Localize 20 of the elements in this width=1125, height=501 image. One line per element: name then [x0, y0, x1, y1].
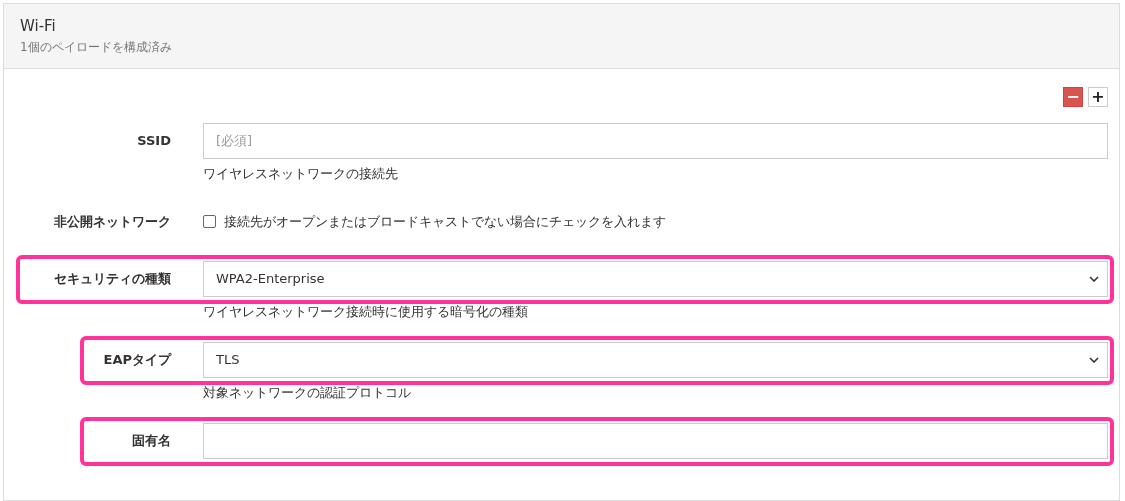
dropdown[interactable]: WPA2-Enterprise	[203, 260, 1108, 297]
field-label: EAPタイプ	[102, 350, 173, 369]
remove-button[interactable]: −	[1063, 87, 1083, 107]
help-text: ワイヤレスネットワーク接続時に使用する暗号化の種類	[203, 303, 529, 321]
help-text: ワイヤレスネットワークの接続先	[203, 165, 399, 183]
field-label: SSID	[136, 133, 172, 148]
chevron-down-icon	[1089, 356, 1099, 363]
help-text: 対象ネットワークの認証プロトコル	[203, 384, 412, 402]
dropdown[interactable]: TLS	[203, 341, 1108, 378]
text-field[interactable]: [必須]	[203, 122, 1108, 159]
checkbox-label: 接続先がオープンまたはブロードキャストでない場合にチェックを入れます	[224, 212, 666, 231]
payload-count: 1個のペイロードを構成済み	[20, 39, 173, 56]
chevron-down-icon	[1089, 275, 1099, 282]
text-field[interactable]	[203, 422, 1108, 459]
checkbox[interactable]	[203, 215, 216, 228]
add-button[interactable]: +	[1088, 87, 1108, 107]
field-label: セキュリティの種類	[53, 269, 172, 288]
field-label: 固有名	[131, 431, 172, 450]
field-label: 非公開ネットワーク	[53, 212, 172, 231]
panel-title: Wi-Fi	[20, 16, 57, 36]
